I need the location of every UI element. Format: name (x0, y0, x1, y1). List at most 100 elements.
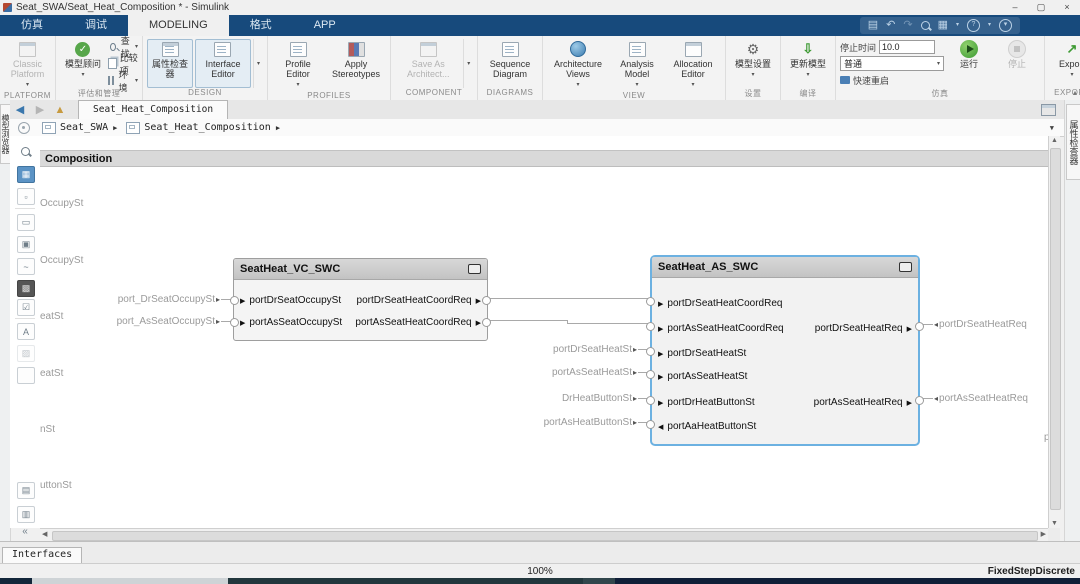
output-port[interactable]: portAsSeatHeatReq ▶ (814, 397, 916, 408)
input-port[interactable]: ▶ portDrSeatHeatSt (654, 348, 746, 359)
maximize-button[interactable]: ▢ (1028, 0, 1054, 15)
vertical-scrollbar[interactable]: ▲ ▼ (1048, 136, 1060, 528)
external-input-label[interactable]: DrHeatButtonSt▸ (562, 393, 650, 404)
input-port[interactable]: ▶ portDrSeatOccupySt (236, 295, 341, 306)
architecture-views-button[interactable]: Architecture Views▾ (547, 39, 609, 91)
breadcrumb-item-composition[interactable]: Seat_Heat_Composition (144, 122, 270, 133)
panes-icon[interactable] (1041, 104, 1056, 116)
horizontal-scrollbar[interactable]: ◀ ▶ (40, 528, 1048, 541)
profile-editor-button[interactable]: Profile Editor▾ (272, 39, 324, 91)
external-input-label[interactable]: portAsHeatButtonSt▸ (544, 417, 650, 428)
library-tool-icon[interactable]: ▦ (17, 166, 35, 183)
connector-wire[interactable] (488, 298, 650, 299)
explore-icon[interactable] (18, 122, 30, 134)
block-header[interactable]: SeatHeat_AS_SWC (652, 257, 918, 278)
port-socket[interactable] (646, 420, 655, 429)
component-gallery-dropdown[interactable]: ▾ (463, 39, 473, 88)
output-port[interactable]: portAsSeatHeatCoordReq ▶ (355, 317, 485, 328)
external-input-label[interactable]: portDrSeatHeatSt▸ (553, 344, 650, 355)
dark-block-tool-icon[interactable]: ▩ (17, 280, 35, 297)
component-block-seatheat-vc-swc[interactable]: SeatHeat_VC_SWC ▶ portDrSeatOccupySt ▶ p… (233, 258, 488, 341)
diagram-canvas[interactable]: Composition OccupySt OccupySt eatSt eatS… (40, 136, 1048, 528)
help-dropdown-icon[interactable]: ▾ (988, 18, 991, 33)
window-layout-icon[interactable]: ▦ (938, 18, 948, 33)
signal-tool-icon[interactable]: ~ (17, 258, 35, 275)
component-block-seatheat-as-swc[interactable]: SeatHeat_AS_SWC ▶ portDrSeatHeatCoordReq… (650, 255, 920, 446)
breadcrumb-item-model[interactable]: Seat_SWA (60, 122, 108, 133)
input-port[interactable]: ▶ portAsSeatOccupySt (236, 317, 342, 328)
save-icon[interactable]: ▤ (868, 18, 878, 33)
ribbon-options-icon[interactable]: ▾ (999, 19, 1012, 32)
breadcrumb-dropdown-icon[interactable]: ▼ (1050, 124, 1054, 132)
port-socket[interactable] (646, 347, 655, 356)
scroll-up-icon[interactable]: ▲ (1049, 137, 1060, 144)
up-arrow-icon[interactable]: ▲ (50, 104, 70, 116)
layout-dropdown-icon[interactable]: ▾ (956, 18, 959, 33)
external-output-label[interactable]: ◂portDrSeatHeatReq (921, 319, 1027, 330)
reversed-port[interactable]: ◀ portAaHeatButtonSt (654, 421, 756, 432)
design-gallery-dropdown[interactable]: ▾ (253, 39, 263, 88)
horizontal-scroll-thumb[interactable] (52, 531, 1038, 541)
classic-platform-button[interactable]: Classic Platform▾ (4, 39, 51, 91)
input-port[interactable]: ▶ portAsSeatHeatSt (654, 371, 747, 382)
port-socket[interactable] (230, 296, 239, 305)
stop-time-input[interactable]: 10.0 (879, 40, 935, 54)
input-port[interactable]: ▶ portDrHeatButtonSt (654, 397, 755, 408)
sequence-diagram-button[interactable]: Sequence Diagram (482, 39, 538, 88)
external-output-label[interactable]: ◂portAsSeatHeatReq (921, 393, 1028, 404)
port-socket[interactable] (230, 318, 239, 327)
scroll-down-icon[interactable]: ▼ (1049, 520, 1060, 527)
tab-app[interactable]: APP (293, 15, 357, 36)
external-input-label[interactable]: port_DrSeatOccupySt▸ (118, 294, 233, 305)
external-input-label[interactable]: port_AsSeatOccupySt▸ (117, 316, 233, 327)
port-socket[interactable] (646, 297, 655, 306)
tab-simulation[interactable]: 仿真 (0, 15, 64, 36)
analysis-model-button[interactable]: Analysis Model▾ (611, 39, 663, 91)
port-socket[interactable] (646, 322, 655, 331)
scroll-left-icon[interactable]: ◀ (42, 530, 47, 538)
output-port[interactable]: portDrSeatHeatCoordReq ▶ (357, 295, 485, 306)
minimize-button[interactable]: – (1002, 0, 1028, 15)
port-socket[interactable] (646, 370, 655, 379)
image-tool-icon[interactable]: ▨ (17, 345, 35, 362)
annotation-box-tool-icon[interactable]: ▫ (17, 188, 35, 205)
save-as-architecture-button[interactable]: Save As Architect... (395, 39, 461, 88)
tab-debug[interactable]: 调试 (64, 15, 128, 36)
port-socket[interactable] (482, 296, 491, 305)
close-button[interactable]: × (1054, 0, 1080, 15)
port-socket[interactable] (915, 322, 924, 331)
back-arrow-icon[interactable]: ◀ (10, 103, 30, 116)
document-tab[interactable]: Seat_Heat_Composition (78, 100, 228, 119)
output-port[interactable]: portDrSeatHeatReq ▶ (815, 323, 916, 334)
tab-modeling[interactable]: MODELING (128, 15, 229, 36)
port-socket[interactable] (915, 396, 924, 405)
tab-format[interactable]: 格式 (229, 15, 293, 36)
vertical-scroll-thumb[interactable] (1050, 148, 1061, 510)
run-button[interactable]: 运行 (946, 39, 992, 88)
stop-button[interactable]: 停止 (994, 39, 1040, 88)
collapse-palette-icon[interactable]: « (17, 524, 33, 539)
zoom-tool-icon[interactable] (17, 144, 33, 159)
scroll-right-icon[interactable]: ▶ (1041, 530, 1046, 538)
allocation-editor-button[interactable]: Allocation Editor▾ (665, 39, 721, 91)
interfaces-tab[interactable]: Interfaces (2, 547, 82, 564)
export-button[interactable]: ↗ Export▾ (1049, 39, 1080, 88)
port-socket[interactable] (646, 396, 655, 405)
collapse-ribbon-icon[interactable]: ▴ (1073, 88, 1077, 97)
forward-arrow-icon[interactable]: ▶ (30, 103, 50, 116)
check-tool-icon[interactable]: ☑ (17, 299, 35, 316)
connector-wire[interactable] (567, 323, 650, 324)
empty-box-tool-icon[interactable] (17, 367, 35, 384)
viewmark-tool-icon[interactable]: ▥ (17, 506, 35, 523)
property-inspector-tab[interactable]: 属性检查器 (1066, 104, 1080, 180)
update-model-button[interactable]: ⇩ 更新模型▾ (785, 39, 831, 88)
area-tool-icon[interactable]: ▣ (17, 236, 35, 253)
interface-editor-button[interactable]: Interface Editor (195, 39, 251, 88)
port-socket[interactable] (482, 318, 491, 327)
model-settings-button[interactable]: ⚙ 模型设置▾ (730, 39, 776, 88)
external-input-label[interactable]: portAsSeatHeatSt▸ (552, 367, 650, 378)
help-icon[interactable]: ? (967, 19, 980, 32)
undo-icon[interactable]: ↶ (886, 18, 895, 33)
block-header[interactable]: SeatHeat_VC_SWC (234, 259, 487, 280)
search-icon[interactable] (921, 21, 930, 30)
